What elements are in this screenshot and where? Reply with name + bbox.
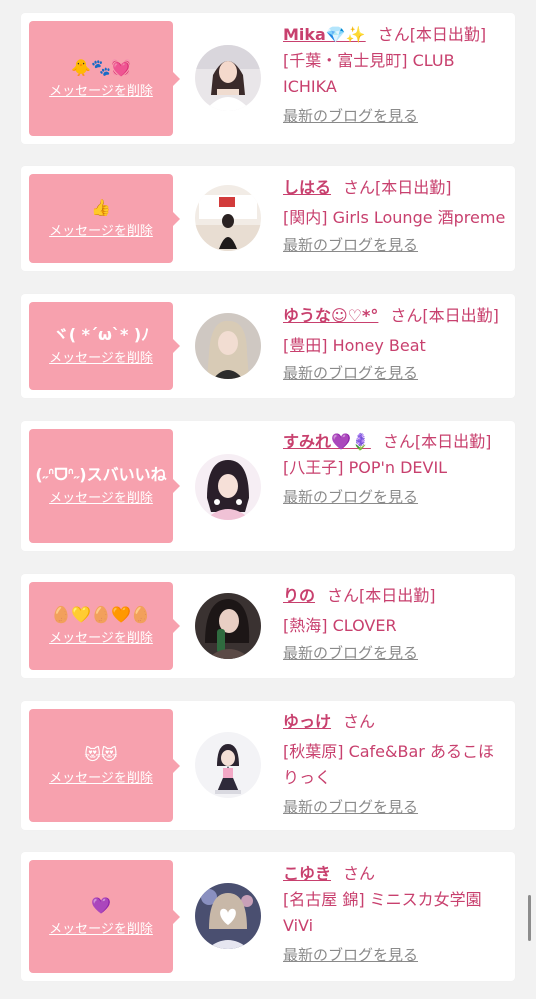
message-text: 💜 [91, 895, 111, 915]
list-item: 🐥🐾💓 メッセージを削除 Mika💎✨ さん[本日出勤] [千葉・富士見町] CL… [21, 13, 515, 144]
cast-name-line: しはる さん[本日出勤] [283, 175, 509, 201]
latest-blog-link[interactable]: 最新のブログを見る [283, 643, 509, 663]
latest-blog-link[interactable]: 最新のブログを見る [283, 797, 509, 817]
cast-info: りの さん[本日出勤] [熱海] CLOVER 最新のブログを見る [283, 583, 509, 663]
shop-location: [千葉・富士見町] CLUB ICHIKA [283, 51, 455, 96]
woman-dark-dress-avatar [195, 185, 261, 251]
favorites-message-list: 🐥🐾💓 メッセージを削除 Mika💎✨ さん[本日出勤] [千葉・富士見町] CL… [0, 0, 536, 999]
avatar[interactable] [195, 185, 261, 251]
shop-location: [名古屋 錦] ミニスカ女学園 ViVi [283, 890, 482, 935]
avatar[interactable] [195, 313, 261, 379]
list-item: 👍 メッセージを削除 しはる さん[本日出勤] [関内] Girls Lounge… [21, 166, 515, 271]
avatar[interactable] [195, 883, 261, 949]
message-bubble: 😻😻 メッセージを削除 [29, 709, 180, 822]
cast-info: Mika💎✨ さん[本日出勤] [千葉・富士見町] CLUB ICHIKA 最新の… [283, 22, 509, 126]
cast-name-line: ゆっけ さん [283, 709, 509, 735]
woman-idol-outfit-avatar [195, 454, 261, 520]
cast-name-line: ゆうな☺︎♡*° さん[本日出勤] [283, 303, 509, 329]
list-item: (˶ᐢᗜᐢ˶)スバいいね メッセージを削除 すみれ💜🪻 さん[本日出勤] [八王子… [21, 421, 515, 551]
avatar[interactable] [195, 732, 261, 798]
list-item: ヾ( *´ω`* )ﾉ メッセージを削除 ゆうな☺︎♡*° さん[本日出勤] [豊… [21, 294, 515, 398]
cast-name-link[interactable]: こゆき [283, 864, 331, 883]
list-item: 💜 メッセージを削除 こゆき さん [名古屋 錦] ミニスカ女学園 ViVi 最新… [21, 852, 515, 981]
woman-with-bottle-avatar [195, 593, 261, 659]
list-item: 🥚💛🥚🧡🥚 メッセージを削除 りの さん[本日出勤] [熱海] CLOVER 最新… [21, 574, 515, 678]
delete-message-link[interactable]: メッセージを削除 [49, 223, 153, 241]
delete-message-link[interactable]: メッセージを削除 [49, 350, 153, 368]
message-bubble: (˶ᐢᗜᐢ˶)スバいいね メッセージを削除 [29, 429, 180, 543]
list-item: 😻😻 メッセージを削除 ゆっけ さん [秋葉原] Cafe&Bar あるこほりっく… [21, 701, 515, 830]
message-text: (˶ᐢᗜᐢ˶)スバいいね [35, 465, 167, 484]
woman-white-top-avatar [195, 45, 261, 111]
delete-message-link[interactable]: メッセージを削除 [49, 630, 153, 648]
cast-info: ゆっけ さん [秋葉原] Cafe&Bar あるこほりっく 最新のブログを見る [283, 709, 509, 817]
cast-status: さん [343, 712, 376, 731]
latest-blog-link[interactable]: 最新のブログを見る [283, 487, 509, 507]
message-text: 😻😻 [84, 744, 118, 764]
message-bubble: 🐥🐾💓 メッセージを削除 [29, 21, 180, 136]
cast-name-link[interactable]: りの [283, 586, 315, 605]
avatar[interactable] [195, 45, 261, 111]
shop-location: [豊田] Honey Beat [283, 336, 426, 355]
shop-location: [熱海] CLOVER [283, 616, 397, 635]
woman-blonde-avatar [195, 313, 261, 379]
cast-name-line: Mika💎✨ さん[本日出勤] [283, 22, 509, 48]
latest-blog-link[interactable]: 最新のブログを見る [283, 106, 509, 126]
cast-name-link[interactable]: Mika💎✨ [283, 25, 366, 44]
message-bubble: ヾ( *´ω`* )ﾉ メッセージを削除 [29, 302, 180, 390]
cast-name-line: こゆき さん [283, 861, 509, 887]
shop-location: [関内] Girls Lounge 酒preme [283, 208, 506, 227]
cast-name-line: すみれ💜🪻 さん[本日出勤] [283, 429, 509, 455]
latest-blog-link[interactable]: 最新のブログを見る [283, 945, 509, 965]
message-bubble: 💜 メッセージを削除 [29, 860, 180, 973]
message-text: 🐥🐾💓 [71, 57, 131, 77]
cast-status: さん[本日出勤] [382, 432, 492, 451]
delete-message-link[interactable]: メッセージを削除 [49, 490, 153, 508]
cast-info: ゆうな☺︎♡*° さん[本日出勤] [豊田] Honey Beat 最新のブログを… [283, 303, 509, 383]
cast-status: さん [343, 864, 376, 883]
cast-name-link[interactable]: すみれ💜🪻 [283, 432, 371, 451]
message-text: ヾ( *´ω`* )ﾉ [52, 325, 150, 344]
cast-status: さん[本日出勤] [377, 25, 487, 44]
latest-blog-link[interactable]: 最新のブログを見る [283, 235, 509, 255]
delete-message-link[interactable]: メッセージを削除 [49, 770, 153, 788]
cast-name-link[interactable]: ゆっけ [283, 712, 331, 731]
avatar[interactable] [195, 454, 261, 520]
cast-name-link[interactable]: ゆうな☺︎♡*° [283, 306, 378, 325]
shop-location: [秋葉原] Cafe&Bar あるこほりっく [283, 742, 494, 787]
message-bubble: 🥚💛🥚🧡🥚 メッセージを削除 [29, 582, 180, 670]
delete-message-link[interactable]: メッセージを削除 [49, 83, 153, 101]
scrollbar-thumb[interactable] [528, 895, 531, 941]
cast-name-line: りの さん[本日出勤] [283, 583, 509, 609]
cast-info: しはる さん[本日出勤] [関内] Girls Lounge 酒preme 最新の… [283, 175, 509, 255]
shop-location: [八王子] POP'n DEVIL [283, 458, 448, 477]
cast-name-link[interactable]: しはる [283, 178, 331, 197]
cast-status: さん[本日出勤] [327, 586, 436, 605]
woman-heart-face-avatar [195, 883, 261, 949]
message-text: 🥚💛🥚🧡🥚 [51, 605, 151, 624]
cast-info: こゆき さん [名古屋 錦] ミニスカ女学園 ViVi 最新のブログを見る [283, 861, 509, 965]
cast-status: さん[本日出勤] [343, 178, 452, 197]
cast-status: さん[本日出勤] [390, 306, 499, 325]
avatar[interactable] [195, 593, 261, 659]
latest-blog-link[interactable]: 最新のブログを見る [283, 363, 509, 383]
message-bubble: 👍 メッセージを削除 [29, 174, 180, 263]
message-text: 👍 [91, 197, 111, 217]
cast-info: すみれ💜🪻 さん[本日出勤] [八王子] POP'n DEVIL 最新のブログを見… [283, 429, 509, 507]
delete-message-link[interactable]: メッセージを削除 [49, 921, 153, 939]
woman-maid-outfit-avatar [195, 732, 261, 798]
